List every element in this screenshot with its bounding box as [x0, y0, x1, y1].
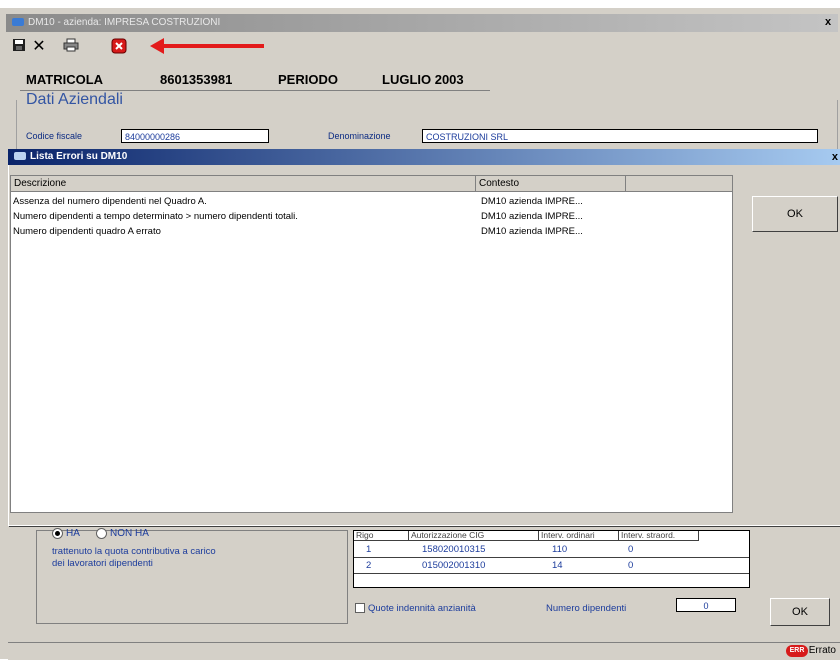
window-titlebar: DM10 - azienda: IMPRESA COSTRUZIONI x	[6, 14, 838, 32]
note-line-1: trattenuto la quota contributiva a caric…	[52, 546, 216, 557]
column-header-empty	[626, 176, 732, 192]
row-descrizione: Assenza del numero dipendenti nel Quadro…	[13, 196, 207, 207]
grid-cell-straord[interactable]: 0	[628, 560, 633, 571]
radio-ha-label: HA	[66, 528, 80, 540]
status-bar: ERR Errato	[8, 642, 840, 660]
numero-dipendenti-label: Numero dipendenti	[546, 603, 627, 614]
grid-cell-rigo[interactable]: 1	[366, 544, 371, 555]
error-dialog-titlebar: Lista Errori su DM10 x	[8, 149, 840, 165]
checkbox-icon[interactable]	[355, 603, 365, 614]
floppy-icon[interactable]	[10, 38, 28, 56]
column-header-descrizione[interactable]: Descrizione	[11, 176, 476, 192]
red-arrow	[160, 44, 264, 48]
window-title: DM10 - azienda: IMPRESA COSTRUZIONI	[28, 17, 221, 28]
printer-icon[interactable]	[62, 38, 80, 56]
toolbar: ✕	[6, 34, 838, 60]
codice-fiscale-label: Codice fiscale	[26, 131, 83, 141]
grid-cell-autorizzazione[interactable]: 015002001310	[422, 560, 485, 571]
radio-ha[interactable]	[52, 528, 63, 539]
radio-non-ha-option[interactable]: NON HA	[96, 528, 149, 539]
window-close-button[interactable]: x	[820, 14, 836, 30]
periodo-label: PERIODO	[278, 72, 338, 87]
list-item[interactable]: Numero dipendenti a tempo determinato > …	[11, 209, 731, 224]
dialog-close-button[interactable]: x	[832, 149, 838, 165]
grid-cell-ordinari[interactable]: 14	[552, 560, 563, 571]
grid-cell-autorizzazione[interactable]: 158020010315	[422, 544, 485, 555]
error-icon[interactable]	[110, 38, 128, 56]
ok-button[interactable]: OK	[770, 598, 830, 626]
codice-fiscale-field[interactable]: 84000000286	[121, 129, 269, 143]
row-descrizione: Numero dipendenti a tempo determinato > …	[13, 211, 298, 222]
quote-checkbox-label: Quote indennità anzianità	[368, 603, 476, 614]
header-line: MATRICOLA 8601353981 PERIODO LUGLIO 2003	[20, 68, 490, 91]
grid-cell-ordinari[interactable]: 110	[552, 544, 567, 555]
list-item[interactable]: Numero dipendenti quadro A errato DM10 a…	[11, 224, 731, 239]
denominazione-field[interactable]: COSTRUZIONI SRL	[422, 129, 818, 143]
contribution-group	[36, 530, 348, 624]
grid-row-divider	[354, 557, 749, 558]
row-contesto: DM10 azienda IMPRE...	[481, 196, 583, 207]
grid-cell-straord[interactable]: 0	[628, 544, 633, 555]
matricola-value: 8601353981	[160, 72, 233, 87]
row-contesto: DM10 azienda IMPRE...	[481, 211, 583, 222]
cig-grid[interactable]: Rigo Autorizzazione CIG Interv. ordinari…	[353, 530, 750, 588]
error-status-badge: ERR	[786, 645, 808, 657]
list-item[interactable]: Assenza del numero dipendenti nel Quadro…	[11, 194, 731, 209]
status-text: Errato	[808, 645, 836, 656]
dialog-ok-button[interactable]: OK	[752, 196, 838, 232]
x-icon[interactable]: ✕	[30, 38, 48, 56]
denominazione-label: Denominazione	[328, 131, 391, 141]
grid-row-divider	[354, 573, 749, 574]
column-header-contesto[interactable]: Contesto	[476, 176, 626, 192]
radio-ha-option[interactable]: HA	[52, 528, 80, 539]
grid-header-straord: Interv. straord.	[619, 531, 699, 541]
matricola-label: MATRICOLA	[26, 72, 104, 87]
radio-non-ha-label: NON HA	[110, 528, 149, 540]
grid-cell-rigo[interactable]: 2	[366, 560, 371, 571]
dati-aziendali-label: Dati Aziendali	[24, 91, 125, 109]
quote-checkbox[interactable]: Quote indennità anzianità	[355, 603, 476, 614]
grid-header-ordinari: Interv. ordinari	[539, 531, 619, 541]
row-descrizione: Numero dipendenti quadro A errato	[13, 226, 161, 237]
radio-non-ha[interactable]	[96, 528, 107, 539]
row-contesto: DM10 azienda IMPRE...	[481, 226, 583, 237]
error-list[interactable]: Descrizione Contesto Assenza del numero …	[10, 175, 733, 513]
periodo-value: LUGLIO 2003	[382, 72, 464, 87]
grid-header-rigo: Rigo	[354, 531, 409, 541]
numero-dipendenti-field[interactable]: 0	[676, 598, 736, 612]
dialog-icon	[14, 152, 26, 161]
error-dialog-title: Lista Errori su DM10	[30, 151, 128, 162]
app-icon	[12, 18, 24, 27]
grid-header-autorizzazione: Autorizzazione CIG	[409, 531, 539, 541]
note-line-2: dei lavoratori dipendenti	[52, 558, 153, 569]
